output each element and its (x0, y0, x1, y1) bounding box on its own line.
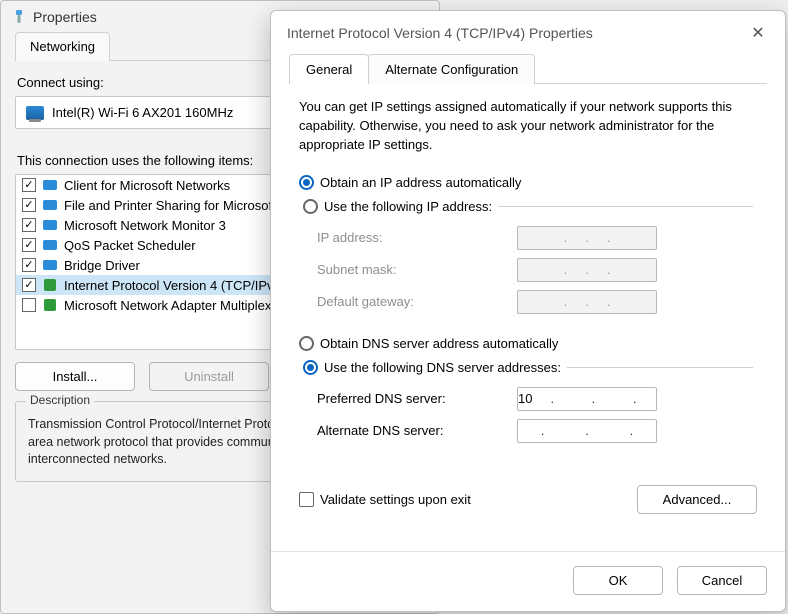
monitor-icon (42, 197, 58, 213)
preferred-dns-label: Preferred DNS server: (317, 391, 517, 406)
radio-dns-manual-row[interactable]: Use the following DNS server addresses: (299, 356, 757, 379)
list-item-checkbox[interactable] (22, 198, 36, 212)
ipv4-properties-dialog: Internet Protocol Version 4 (TCP/IPv4) P… (270, 10, 786, 612)
protocol-icon (42, 297, 58, 313)
list-item-label: File and Printer Sharing for Microsoft (64, 198, 276, 213)
close-icon[interactable]: ✕ (743, 21, 773, 45)
radio-ip-auto[interactable] (299, 175, 314, 190)
description-legend: Description (26, 393, 94, 407)
alternate-dns-label: Alternate DNS server: (317, 423, 517, 438)
advanced-button[interactable]: Advanced... (637, 485, 757, 514)
monitor-icon (42, 177, 58, 193)
front-titlebar: Internet Protocol Version 4 (TCP/IPv4) P… (271, 11, 785, 53)
cancel-button[interactable]: Cancel (677, 566, 767, 595)
protocol-icon (42, 277, 58, 293)
tab-general[interactable]: General (289, 54, 369, 84)
list-item-checkbox[interactable] (22, 178, 36, 192)
adapter-icon (11, 9, 27, 25)
list-item-label: QoS Packet Scheduler (64, 238, 196, 253)
uninstall-button: Uninstall (149, 362, 269, 391)
ip-address-input: ... (517, 226, 657, 250)
radio-ip-auto-row[interactable]: Obtain an IP address automatically (295, 171, 761, 194)
radio-dns-manual[interactable] (303, 360, 318, 375)
back-window-title: Properties (33, 9, 97, 25)
subnet-mask-input: ... (517, 258, 657, 282)
tab-alternate-configuration[interactable]: Alternate Configuration (368, 54, 535, 84)
radio-dns-auto-label: Obtain DNS server address automatically (320, 336, 558, 351)
list-item-checkbox[interactable] (22, 218, 36, 232)
default-gateway-input: ... (517, 290, 657, 314)
subnet-mask-label: Subnet mask: (317, 262, 517, 277)
radio-ip-manual[interactable] (303, 199, 318, 214)
radio-dns-auto[interactable] (299, 336, 314, 351)
front-tabstrip: General Alternate Configuration (289, 53, 767, 84)
radio-dns-auto-row[interactable]: Obtain DNS server address automatically (295, 332, 761, 355)
list-item-checkbox[interactable] (22, 258, 36, 272)
radio-ip-manual-row[interactable]: Use the following IP address: (299, 195, 757, 218)
info-message: You can get IP settings assigned automat… (299, 98, 757, 155)
list-item-checkbox[interactable] (22, 278, 36, 292)
validate-settings-row[interactable]: Validate settings upon exit (299, 492, 471, 507)
ok-button[interactable]: OK (573, 566, 663, 595)
divider (567, 367, 753, 368)
ip-address-label: IP address: (317, 230, 517, 245)
monitor-icon (42, 217, 58, 233)
alternate-dns-input[interactable]: . . . (517, 419, 657, 443)
list-item-label: Microsoft Network Monitor 3 (64, 218, 226, 233)
list-item-label: Internet Protocol Version 4 (TCP/IPv4) (64, 278, 285, 293)
default-gateway-label: Default gateway: (317, 294, 517, 309)
preferred-dns-input[interactable]: 10. . . (517, 387, 657, 411)
list-item-checkbox[interactable] (22, 238, 36, 252)
list-item-label: Bridge Driver (64, 258, 140, 273)
radio-dns-manual-label: Use the following DNS server addresses: (324, 360, 561, 375)
front-window-title: Internet Protocol Version 4 (TCP/IPv4) P… (287, 25, 593, 41)
install-button[interactable]: Install... (15, 362, 135, 391)
radio-ip-auto-label: Obtain an IP address automatically (320, 175, 521, 190)
tab-networking[interactable]: Networking (15, 32, 110, 61)
validate-settings-checkbox[interactable] (299, 492, 314, 507)
divider (498, 206, 753, 207)
validate-settings-label: Validate settings upon exit (320, 492, 471, 507)
adapter-name: Intel(R) Wi-Fi 6 AX201 160MHz (52, 105, 233, 120)
monitor-icon (42, 257, 58, 273)
list-item-checkbox[interactable] (22, 298, 36, 312)
preferred-dns-octet-1[interactable]: 10 (518, 391, 532, 406)
radio-ip-manual-label: Use the following IP address: (324, 199, 492, 214)
list-item-label: Microsoft Network Adapter Multiplexor (64, 298, 283, 313)
list-item-label: Client for Microsoft Networks (64, 178, 230, 193)
monitor-icon (42, 237, 58, 253)
monitor-icon (26, 106, 44, 120)
